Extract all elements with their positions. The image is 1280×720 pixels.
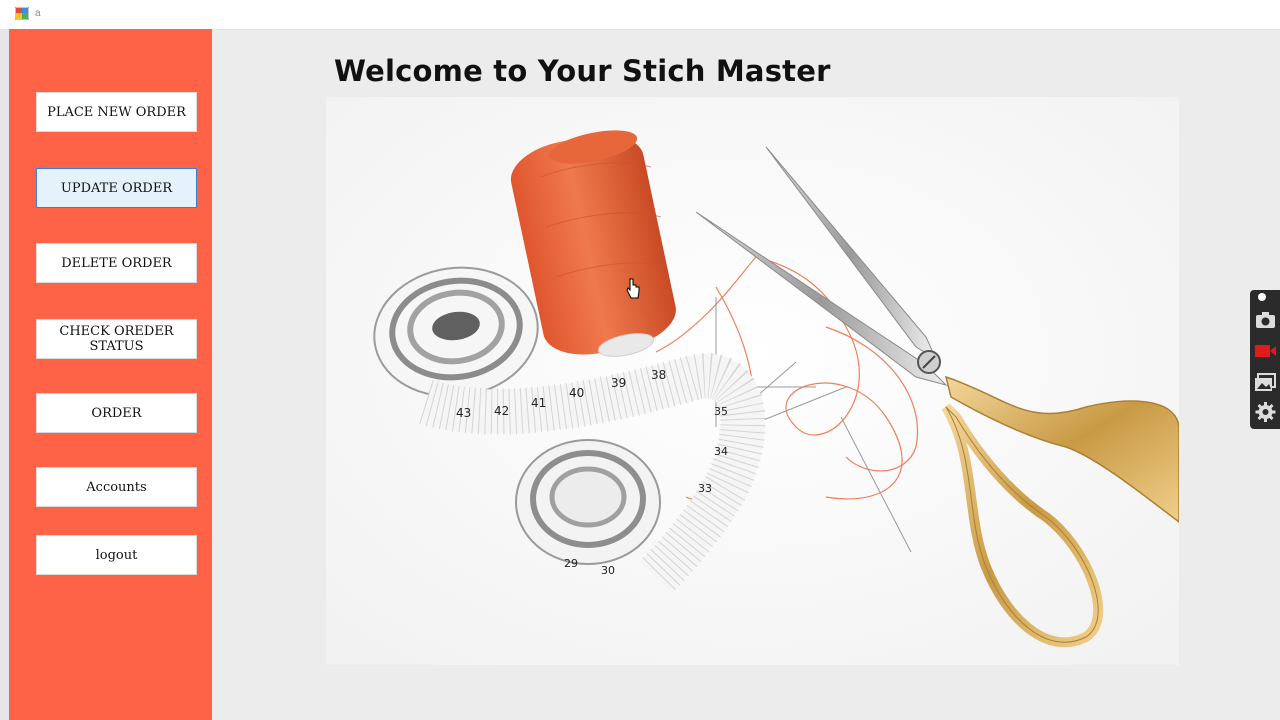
logout-button[interactable]: logout [36, 535, 197, 575]
tape-label: 42 [494, 404, 509, 418]
tape-label: 29 [564, 557, 578, 570]
page-title: Welcome to Your Stich Master [334, 54, 831, 88]
tape-label: 39 [611, 376, 626, 390]
hand-cursor-icon [626, 278, 640, 299]
capture-toolbar [1250, 290, 1280, 429]
tape-label: 43 [456, 406, 471, 420]
place-new-order-button[interactable]: PLACE NEW ORDER [36, 92, 197, 132]
tape-label: 35 [714, 405, 728, 418]
tape-label: 41 [531, 396, 546, 410]
left-edge [0, 29, 9, 720]
order-button[interactable]: ORDER [36, 393, 197, 433]
pin-icon[interactable] [1255, 290, 1276, 304]
update-order-button[interactable]: UPDATE ORDER [36, 168, 197, 208]
sewing-illustration: 43 42 41 40 39 38 35 34 33 29 30 [326, 97, 1179, 665]
hero-image: 43 42 41 40 39 38 35 34 33 29 30 [326, 97, 1179, 665]
sidebar: PLACE NEW ORDER UPDATE ORDER DELETE ORDE… [9, 29, 212, 720]
tape-label: 40 [569, 386, 584, 400]
check-order-status-button[interactable]: CHECK OREDER STATUS [36, 319, 197, 359]
tape-label: 33 [698, 482, 712, 495]
window-titlebar: a [0, 0, 1280, 30]
video-record-icon[interactable] [1255, 341, 1276, 361]
tape-label: 34 [714, 445, 728, 458]
accounts-button[interactable]: Accounts [36, 467, 197, 507]
tape-label: 30 [601, 564, 615, 577]
app-icon [15, 7, 29, 20]
window-title: a [35, 8, 41, 19]
gear-icon[interactable] [1255, 402, 1276, 422]
gallery-icon[interactable] [1255, 372, 1276, 392]
tape-label: 38 [651, 368, 666, 382]
camera-icon[interactable] [1255, 310, 1276, 330]
delete-order-button[interactable]: DELETE ORDER [36, 243, 197, 283]
